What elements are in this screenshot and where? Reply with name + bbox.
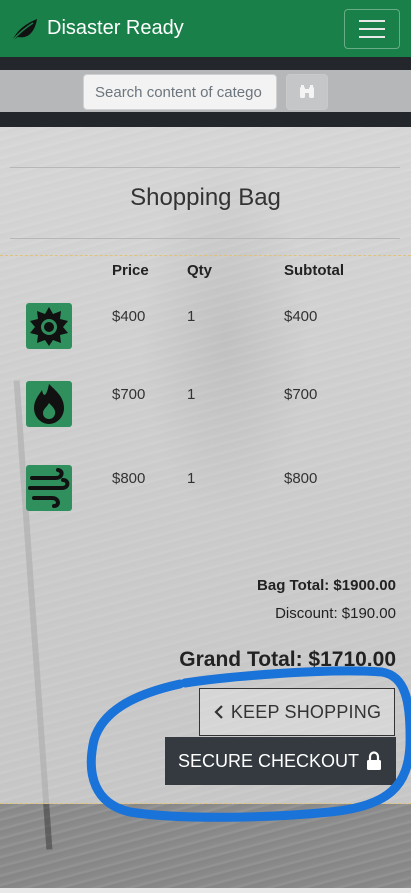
navbar: Disaster Ready bbox=[0, 0, 411, 57]
item-qty: 1 bbox=[187, 470, 196, 487]
divider bbox=[10, 167, 400, 168]
wind-icon[interactable] bbox=[26, 465, 72, 511]
keep-shopping-label: KEEP SHOPPING bbox=[230, 701, 382, 722]
item-price: $800 bbox=[112, 470, 146, 487]
item-price: $700 bbox=[112, 386, 146, 403]
item-price: $400 bbox=[112, 308, 146, 325]
brand-name: Disaster Ready bbox=[47, 17, 184, 39]
panel-border bbox=[0, 255, 411, 256]
item-subtotal: $700 bbox=[284, 386, 318, 403]
search-input[interactable] bbox=[83, 74, 277, 110]
lock-icon bbox=[367, 751, 382, 770]
item-qty: 1 bbox=[187, 386, 196, 403]
column-header-qty: Qty bbox=[187, 262, 213, 279]
page-title: Shopping Bag bbox=[130, 184, 281, 211]
keep-shopping-button[interactable]: KEEP SHOPPING bbox=[199, 688, 395, 736]
chevron-left-icon bbox=[214, 705, 223, 719]
bag-total: Bag Total: $1900.00 bbox=[257, 577, 396, 594]
footer-strip bbox=[0, 888, 411, 893]
item-qty: 1 bbox=[187, 308, 196, 325]
leaf-icon bbox=[11, 18, 37, 41]
column-header-price: Price bbox=[112, 262, 149, 279]
menu-toggle-button[interactable] bbox=[344, 9, 400, 49]
hamburger-icon bbox=[359, 20, 385, 38]
flame-icon[interactable] bbox=[26, 381, 72, 427]
item-subtotal: $800 bbox=[284, 470, 318, 487]
sun-icon[interactable] bbox=[26, 303, 72, 349]
column-header-subtotal: Subtotal bbox=[284, 262, 344, 279]
item-subtotal: $400 bbox=[284, 308, 318, 325]
binoculars-icon bbox=[300, 85, 314, 98]
secure-checkout-label: SECURE CHECKOUT bbox=[177, 750, 360, 771]
secure-checkout-button[interactable]: SECURE CHECKOUT bbox=[165, 737, 396, 785]
discount: Discount: $190.00 bbox=[275, 605, 396, 622]
grand-total: Grand Total: $1710.00 bbox=[179, 648, 396, 671]
search-button[interactable] bbox=[286, 74, 328, 110]
brand[interactable]: Disaster Ready bbox=[9, 13, 184, 45]
divider bbox=[10, 238, 400, 239]
